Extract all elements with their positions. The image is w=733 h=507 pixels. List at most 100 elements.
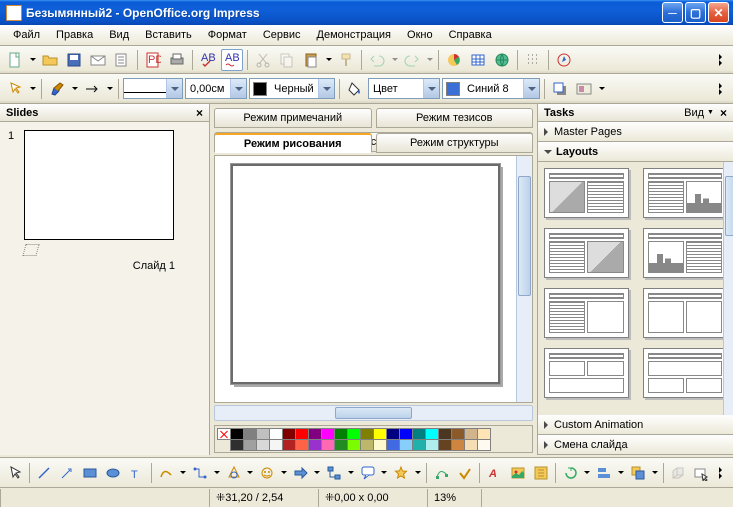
redo-dropdown[interactable] xyxy=(425,49,434,71)
color-swatch[interactable] xyxy=(438,439,452,451)
linewidth-combo[interactable]: 0,00см xyxy=(185,78,247,99)
arrowstyle-button[interactable] xyxy=(81,78,103,100)
save-button[interactable] xyxy=(63,49,85,71)
color-swatch[interactable] xyxy=(464,439,478,451)
tab-notes[interactable]: Режим примечаний xyxy=(214,108,372,128)
close-button[interactable]: ✕ xyxy=(708,2,729,23)
vertical-scrollbar[interactable] xyxy=(516,156,532,402)
color-swatch[interactable] xyxy=(256,439,270,451)
color-swatch[interactable] xyxy=(321,439,335,451)
grid-button[interactable] xyxy=(522,49,544,71)
linecolor-combo[interactable]: Черный xyxy=(249,78,335,99)
slide-thumbnail[interactable]: 1 xyxy=(8,130,201,240)
new-button[interactable] xyxy=(4,49,26,71)
blockarrows-tool[interactable] xyxy=(290,462,311,484)
status-zoom[interactable]: 13% xyxy=(427,489,482,507)
fillcolor-combo[interactable]: Синий 8 xyxy=(442,78,540,99)
open-button[interactable] xyxy=(39,49,61,71)
toolbar-overflow[interactable] xyxy=(715,49,729,71)
cut-button[interactable] xyxy=(252,49,274,71)
spellcheck-button[interactable]: ABC xyxy=(197,49,219,71)
line-arrow-tool[interactable] xyxy=(57,462,78,484)
interaction-tool[interactable] xyxy=(691,462,712,484)
menu-window[interactable]: Окно xyxy=(400,27,440,43)
undo-button[interactable] xyxy=(366,49,388,71)
points-tool[interactable] xyxy=(431,462,452,484)
select-tool[interactable] xyxy=(4,462,25,484)
color-swatch[interactable] xyxy=(295,439,309,451)
paste-dropdown[interactable] xyxy=(324,49,333,71)
redo-button[interactable] xyxy=(401,49,423,71)
arrowstyle-dropdown[interactable] xyxy=(105,78,114,100)
arrange-tool[interactable] xyxy=(627,462,648,484)
rotate-tool[interactable] xyxy=(560,462,581,484)
line-tool[interactable] xyxy=(34,462,55,484)
ellipse-tool[interactable] xyxy=(103,462,124,484)
linestyle-combo[interactable] xyxy=(123,78,183,99)
color-swatch[interactable] xyxy=(399,439,413,451)
color-swatch[interactable] xyxy=(360,439,374,451)
tab-outline[interactable]: Режим структуры xyxy=(376,133,534,153)
callouts-tool[interactable] xyxy=(357,462,378,484)
print-button[interactable] xyxy=(166,49,188,71)
align-tool[interactable] xyxy=(594,462,615,484)
maximize-button[interactable]: ▢ xyxy=(685,2,706,23)
color-none[interactable] xyxy=(217,428,231,440)
section-layouts[interactable]: Layouts xyxy=(538,142,733,162)
tab-handout[interactable]: Режим тезисов xyxy=(376,108,534,128)
format-overflow[interactable] xyxy=(715,78,729,100)
shadow-button[interactable] xyxy=(549,78,571,100)
fontwork-tool[interactable]: A xyxy=(484,462,505,484)
connector-tool[interactable] xyxy=(189,462,210,484)
pen-dropdown[interactable] xyxy=(70,78,79,100)
extrusion-tool[interactable] xyxy=(668,462,689,484)
edit-button[interactable] xyxy=(111,49,133,71)
gallery-tool[interactable] xyxy=(530,462,551,484)
symbolshapes-tool[interactable] xyxy=(257,462,278,484)
layouts-scrollbar[interactable] xyxy=(723,162,733,415)
menu-view[interactable]: Вид xyxy=(102,27,136,43)
stars-tool[interactable] xyxy=(391,462,412,484)
formatpaint-button[interactable] xyxy=(335,49,357,71)
menu-edit[interactable]: Правка xyxy=(49,27,100,43)
color-swatch[interactable] xyxy=(451,439,465,451)
minimize-button[interactable]: ─ xyxy=(662,2,683,23)
color-swatch[interactable] xyxy=(269,439,283,451)
slide-dropdown[interactable] xyxy=(597,78,606,100)
navigator-button[interactable] xyxy=(553,49,575,71)
layout-item[interactable] xyxy=(544,228,629,278)
color-swatch[interactable] xyxy=(412,439,426,451)
layout-item[interactable] xyxy=(643,228,728,278)
menu-file[interactable]: Файл xyxy=(6,27,47,43)
rect-tool[interactable] xyxy=(80,462,101,484)
menu-insert[interactable]: Вставить xyxy=(138,27,199,43)
undo-dropdown[interactable] xyxy=(390,49,399,71)
color-swatch[interactable] xyxy=(230,439,244,451)
tasks-view-button[interactable]: Вид xyxy=(684,107,714,119)
mail-button[interactable] xyxy=(87,49,109,71)
arrow-tool[interactable] xyxy=(4,78,26,100)
slide-button[interactable] xyxy=(573,78,595,100)
color-swatch[interactable] xyxy=(282,439,296,451)
layout-item[interactable] xyxy=(643,168,728,218)
color-swatch[interactable] xyxy=(477,439,491,451)
tasks-close[interactable]: × xyxy=(720,106,727,120)
fromfile-tool[interactable] xyxy=(507,462,528,484)
pdf-button[interactable]: PDF xyxy=(142,49,164,71)
new-dropdown[interactable] xyxy=(28,49,37,71)
menu-help[interactable]: Справка xyxy=(442,27,499,43)
layout-item[interactable] xyxy=(544,168,629,218)
menu-format[interactable]: Формат xyxy=(201,27,254,43)
color-swatch[interactable] xyxy=(425,439,439,451)
curve-tool[interactable] xyxy=(156,462,177,484)
color-swatch[interactable] xyxy=(334,439,348,451)
text-tool[interactable]: T xyxy=(126,462,147,484)
color-swatch[interactable] xyxy=(308,439,322,451)
table-button[interactable] xyxy=(467,49,489,71)
hyperlink-button[interactable] xyxy=(491,49,513,71)
menu-tools[interactable]: Сервис xyxy=(256,27,308,43)
autospell-button[interactable]: ABC xyxy=(221,49,243,71)
color-swatch[interactable] xyxy=(243,439,257,451)
paste-button[interactable] xyxy=(300,49,322,71)
color-swatch[interactable] xyxy=(373,439,387,451)
